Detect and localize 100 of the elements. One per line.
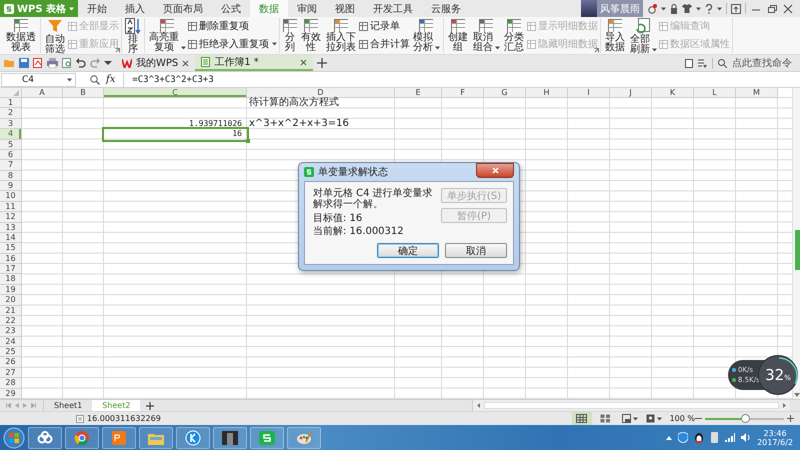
- add-sheet-icon[interactable]: [146, 402, 154, 410]
- scroll-right-icon[interactable]: [783, 403, 786, 408]
- scroll-left-icon[interactable]: [477, 403, 480, 408]
- horizontal-scrollbar[interactable]: [472, 400, 790, 411]
- close-icon[interactable]: [182, 60, 190, 66]
- column-header[interactable]: F: [442, 88, 484, 98]
- menu-tab[interactable]: 开发工具: [364, 0, 422, 17]
- search-field[interactable]: 点此查找命令: [732, 58, 796, 68]
- menu-tab[interactable]: 数据: [250, 0, 288, 17]
- ribbon-button[interactable]: 模拟分析: [411, 18, 441, 53]
- shirt-icon[interactable]: [682, 4, 692, 13]
- notification-icon[interactable]: [647, 4, 657, 14]
- ribbon-button[interactable]: 高亮重复项: [147, 18, 187, 53]
- table-cell[interactable]: 1.939711026: [104, 118, 247, 130]
- column-header[interactable]: M: [736, 88, 778, 98]
- slider-thumb[interactable]: [740, 414, 750, 422]
- help-icon[interactable]: [705, 4, 713, 14]
- zoom-icon[interactable]: [90, 74, 100, 84]
- show-hidden-icons-icon[interactable]: [666, 436, 672, 440]
- menu-tab[interactable]: 插入: [116, 0, 154, 17]
- view-mode-button[interactable]: [620, 412, 640, 425]
- menu-tab[interactable]: 审阅: [288, 0, 326, 17]
- scroll-down-icon[interactable]: [794, 393, 800, 397]
- row-number[interactable]: 6: [0, 150, 22, 160]
- document-tab[interactable]: 工作簿1 *: [195, 55, 314, 71]
- list-filter-icon[interactable]: [698, 58, 707, 68]
- ribbon-button[interactable]: 删除重复项: [188, 21, 277, 32]
- penguin-icon[interactable]: [694, 432, 704, 443]
- signal-icon[interactable]: [725, 433, 736, 442]
- insert-function-button[interactable]: fx: [100, 74, 124, 85]
- table-cell[interactable]: 待计算的高次方程式: [247, 98, 395, 108]
- ribbon-button[interactable]: 有效性: [299, 18, 323, 53]
- row-number[interactable]: 13: [0, 222, 22, 233]
- dropdown-icon[interactable]: [104, 60, 112, 66]
- row-number[interactable]: 17: [0, 264, 22, 274]
- clock-time[interactable]: 23:46: [764, 428, 787, 438]
- taskbar-app-button[interactable]: [176, 426, 210, 448]
- row-number[interactable]: 24: [0, 336, 22, 347]
- pdf-export-icon[interactable]: [33, 58, 43, 68]
- dialog-button[interactable]: 取消: [445, 243, 507, 258]
- side-panel-handle[interactable]: [795, 230, 800, 270]
- ribbon-button[interactable]: 排序: [124, 18, 142, 53]
- column-header[interactable]: E: [395, 88, 442, 98]
- menu-tab[interactable]: 云服务: [422, 0, 470, 17]
- column-header[interactable]: C: [104, 88, 247, 98]
- save-icon[interactable]: [19, 58, 29, 68]
- column-header[interactable]: K: [652, 88, 694, 98]
- row-number[interactable]: 21: [0, 306, 22, 316]
- ribbon-button[interactable]: 导入数据: [603, 18, 627, 53]
- column-header[interactable]: H: [526, 88, 568, 98]
- row-number[interactable]: 1: [0, 98, 22, 108]
- close-button[interactable]: [476, 163, 514, 178]
- row-number[interactable]: 10: [0, 191, 22, 202]
- ribbon-button[interactable]: 自动筛选: [43, 18, 67, 53]
- row-number[interactable]: 9: [0, 181, 22, 192]
- row-number[interactable]: 5: [0, 140, 22, 150]
- table-cell[interactable]: x^3+x^2+x+3=16: [247, 118, 395, 130]
- close-icon[interactable]: [782, 4, 794, 14]
- clock-date[interactable]: 2017/6/2: [757, 438, 793, 446]
- volume-icon[interactable]: [741, 433, 752, 442]
- view-mode-button[interactable]: [644, 412, 664, 425]
- taskbar-app-button[interactable]: [250, 426, 284, 448]
- taskbar-app-button[interactable]: [28, 426, 62, 448]
- ribbon-button[interactable]: 合并计算: [359, 38, 410, 50]
- row-number[interactable]: 3: [0, 118, 22, 130]
- row-number[interactable]: 11: [0, 202, 22, 212]
- row-number[interactable]: 12: [0, 212, 22, 222]
- undo-icon[interactable]: [76, 58, 86, 68]
- menu-tab[interactable]: 视图: [326, 0, 364, 17]
- dialog-launcher-icon[interactable]: [115, 48, 120, 53]
- name-box[interactable]: C4: [1, 72, 76, 86]
- restore-icon[interactable]: [766, 4, 778, 14]
- taskbar-app-button[interactable]: [213, 426, 247, 448]
- vertical-scrollbar[interactable]: [792, 88, 800, 399]
- row-number[interactable]: 28: [0, 378, 22, 388]
- print-preview-icon[interactable]: [62, 58, 72, 68]
- ribbon-button[interactable]: 取消组合: [471, 18, 501, 53]
- taskbar-app-button[interactable]: [102, 426, 136, 448]
- column-header[interactable]: A: [22, 88, 63, 98]
- ribbon-button[interactable]: 记录单: [359, 21, 410, 32]
- ribbon-button[interactable]: 拒绝录入重复项: [188, 38, 277, 50]
- calculator-icon[interactable]: [76, 414, 84, 422]
- start-orb-icon[interactable]: [3, 426, 25, 448]
- row-number[interactable]: 20: [0, 295, 22, 306]
- column-header[interactable]: G: [484, 88, 526, 98]
- menu-tab[interactable]: 页面布局: [154, 0, 212, 17]
- device-icon[interactable]: [710, 432, 720, 443]
- redo-icon[interactable]: [90, 58, 100, 68]
- ribbon-button[interactable]: 分类汇总: [502, 18, 526, 53]
- dialog-button[interactable]: 确定: [377, 243, 439, 258]
- column-header[interactable]: L: [694, 88, 736, 98]
- row-number[interactable]: 26: [0, 357, 22, 368]
- column-header[interactable]: B: [63, 88, 104, 98]
- menu-tab[interactable]: 公式: [212, 0, 250, 17]
- menu-tab[interactable]: 开始: [78, 0, 116, 17]
- row-number[interactable]: 14: [0, 232, 22, 244]
- dialog-launcher-icon[interactable]: [594, 48, 599, 53]
- zoom-in-icon[interactable]: [787, 415, 794, 422]
- ribbon-button[interactable]: 分列: [282, 18, 298, 53]
- close-icon[interactable]: [300, 58, 308, 66]
